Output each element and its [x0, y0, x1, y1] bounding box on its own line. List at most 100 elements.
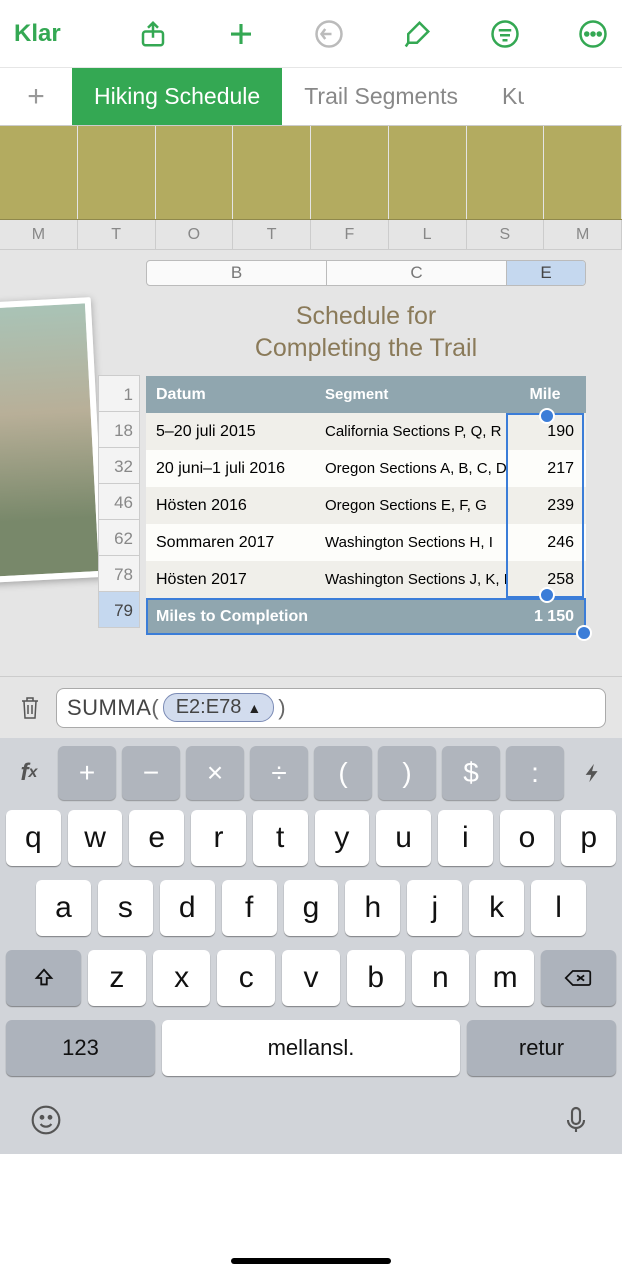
inserted-photo[interactable]: [0, 297, 105, 583]
key-m[interactable]: m: [476, 950, 534, 1006]
col-E[interactable]: E: [507, 261, 585, 285]
key-e[interactable]: e: [129, 810, 184, 866]
row-num[interactable]: 32: [98, 447, 140, 484]
key-divide[interactable]: ÷: [250, 746, 308, 800]
cell-mile: 190: [506, 413, 584, 450]
cell-date: Sommaren 2017: [146, 524, 319, 561]
weekday-cell: T: [233, 220, 311, 249]
return-key[interactable]: retur: [467, 1020, 616, 1076]
col-C[interactable]: C: [327, 261, 507, 285]
key-minus[interactable]: −: [122, 746, 180, 800]
add-icon[interactable]: [226, 19, 256, 49]
paren-open: (: [151, 695, 158, 721]
key-rparen[interactable]: ): [378, 746, 436, 800]
cell-mile: 246: [506, 524, 584, 561]
key-c[interactable]: c: [217, 950, 275, 1006]
key-z[interactable]: z: [88, 950, 146, 1006]
key-g[interactable]: g: [284, 880, 339, 936]
key-v[interactable]: v: [282, 950, 340, 1006]
triangle-up-icon: ▲: [247, 700, 261, 716]
key-n[interactable]: n: [412, 950, 470, 1006]
format-brush-icon[interactable]: [402, 19, 432, 49]
key-y[interactable]: y: [315, 810, 370, 866]
key-h[interactable]: h: [345, 880, 400, 936]
formula-range-pill[interactable]: E2:E78 ▲: [163, 693, 274, 722]
table-row[interactable]: Sommaren 2017 Washington Sections H, I 2…: [146, 524, 586, 561]
key-r[interactable]: r: [191, 810, 246, 866]
cell-mile: 217: [506, 450, 584, 487]
key-i[interactable]: i: [438, 810, 493, 866]
key-f[interactable]: f: [222, 880, 277, 936]
key-colon[interactable]: :: [506, 746, 564, 800]
column-headers: B C E: [146, 260, 586, 286]
dictation-button[interactable]: [560, 1104, 592, 1141]
row-num[interactable]: 1: [98, 375, 140, 412]
key-multiply[interactable]: ×: [186, 746, 244, 800]
filter-icon[interactable]: [490, 19, 520, 49]
row-headers: 1 18 32 46 62 78 79: [98, 376, 140, 628]
undo-icon[interactable]: [314, 19, 344, 49]
hdr-date: Datum: [146, 376, 319, 413]
tab-cutoff[interactable]: Ku: [480, 68, 524, 125]
add-sheet-button[interactable]: +: [0, 68, 72, 125]
weekday-cell: F: [311, 220, 389, 249]
key-dollar[interactable]: $: [442, 746, 500, 800]
weekday-cell: M: [544, 220, 622, 249]
key-d[interactable]: d: [160, 880, 215, 936]
row-num[interactable]: 62: [98, 519, 140, 556]
table-row[interactable]: Hösten 2016 Oregon Sections E, F, G 239: [146, 487, 586, 524]
key-plus[interactable]: +: [58, 746, 116, 800]
done-button[interactable]: Klar: [14, 20, 61, 48]
table-row[interactable]: 5–20 juli 2015 California Sections P, Q,…: [146, 413, 586, 450]
key-k[interactable]: k: [469, 880, 524, 936]
weekday-cell: T: [78, 220, 156, 249]
key-lparen[interactable]: (: [314, 746, 372, 800]
fx-button[interactable]: fx: [6, 746, 52, 800]
table-row[interactable]: 20 juni–1 juli 2016 Oregon Sections A, B…: [146, 450, 586, 487]
cell-segment: Washington Sections H, I: [319, 524, 506, 561]
quick-formula-icon[interactable]: [570, 746, 616, 800]
share-icon[interactable]: [138, 19, 168, 49]
function-name: SUMMA: [67, 695, 151, 721]
hdr-segment: Segment: [319, 376, 506, 413]
delete-formula-button[interactable]: [16, 694, 44, 722]
weekday-cell: S: [467, 220, 545, 249]
emoji-button[interactable]: [30, 1104, 62, 1141]
cell-mile: 239: [506, 487, 584, 524]
key-u[interactable]: u: [376, 810, 431, 866]
table-sum-row-selected[interactable]: Miles to Completion 1 150: [146, 598, 586, 635]
row-num[interactable]: 46: [98, 483, 140, 520]
key-p[interactable]: p: [561, 810, 616, 866]
shift-key[interactable]: [6, 950, 81, 1006]
backspace-key[interactable]: [541, 950, 616, 1006]
space-key[interactable]: mellansl.: [162, 1020, 460, 1076]
cell-date: 20 juni–1 juli 2016: [146, 450, 319, 487]
row-num[interactable]: 78: [98, 555, 140, 592]
spreadsheet-canvas[interactable]: B C E Schedule for Completing the Trail …: [0, 250, 622, 676]
key-w[interactable]: w: [68, 810, 123, 866]
numbers-key[interactable]: 123: [6, 1020, 155, 1076]
cell-mile: 258: [506, 561, 584, 598]
key-b[interactable]: b: [347, 950, 405, 1006]
sum-value: 1 150: [506, 598, 584, 635]
key-q[interactable]: q: [6, 810, 61, 866]
key-s[interactable]: s: [98, 880, 153, 936]
key-a[interactable]: a: [36, 880, 91, 936]
tab-trail-segments[interactable]: Trail Segments: [282, 68, 480, 125]
tab-hiking-schedule[interactable]: Hiking Schedule: [72, 68, 282, 125]
cell-date: Hösten 2016: [146, 487, 319, 524]
col-B[interactable]: B: [147, 261, 327, 285]
sum-label: Miles to Completion: [146, 598, 506, 635]
more-icon[interactable]: [578, 19, 608, 49]
row-num[interactable]: 18: [98, 411, 140, 448]
formula-input[interactable]: SUMMA ( E2:E78 ▲ ): [56, 688, 606, 728]
formula-bar: SUMMA ( E2:E78 ▲ ): [0, 676, 622, 738]
table-row[interactable]: Hösten 2017 Washington Sections J, K, L …: [146, 561, 586, 598]
key-j[interactable]: j: [407, 880, 462, 936]
cell-segment: Oregon Sections A, B, C, D: [319, 450, 506, 487]
key-t[interactable]: t: [253, 810, 308, 866]
row-num[interactable]: 79: [98, 591, 140, 628]
key-l[interactable]: l: [531, 880, 586, 936]
key-o[interactable]: o: [500, 810, 555, 866]
key-x[interactable]: x: [153, 950, 211, 1006]
